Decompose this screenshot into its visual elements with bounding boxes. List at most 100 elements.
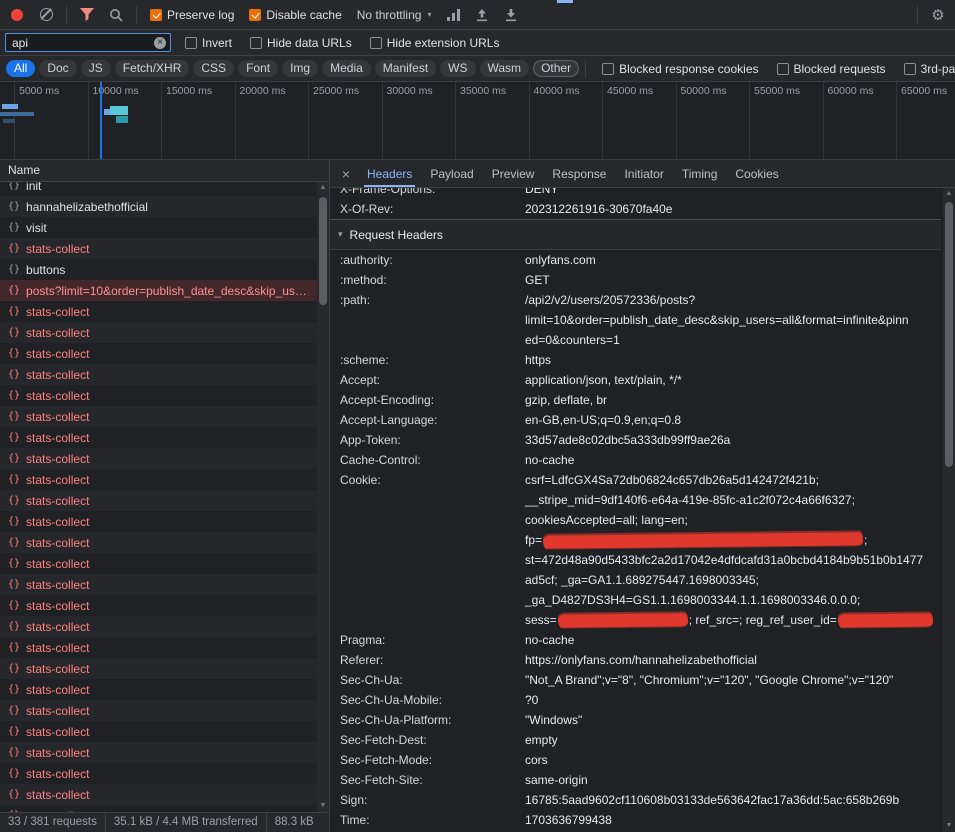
header-name: Sec-Ch-Ua: bbox=[340, 670, 525, 690]
request-row[interactable]: {}stats-collect bbox=[0, 700, 329, 721]
filter-type-all[interactable]: All bbox=[6, 60, 35, 77]
request-name: posts?limit=10&order=publish_date_desc&s… bbox=[26, 284, 313, 298]
header-value-line: st=472d48a90d5433bfc2a2d17042e4dfdcafd31… bbox=[525, 550, 934, 570]
request-row[interactable]: {}stats-collect bbox=[0, 532, 329, 553]
tab-initiator[interactable]: Initiator bbox=[615, 160, 672, 187]
request-row[interactable]: {}stats-collect bbox=[0, 616, 329, 637]
header-name: Sec-Ch-Ua-Mobile: bbox=[340, 690, 525, 710]
scrollbar-track[interactable] bbox=[943, 200, 955, 820]
header-name: Cookie: bbox=[340, 470, 525, 630]
request-row[interactable]: {}posts?limit=10&order=publish_date_desc… bbox=[0, 280, 329, 301]
fetch-xhr-icon: {} bbox=[8, 642, 20, 653]
name-column-header[interactable]: Name bbox=[0, 160, 329, 182]
scrollbar-thumb[interactable] bbox=[945, 202, 953, 467]
import-har-button[interactable] bbox=[471, 4, 493, 26]
preserve-log-checkbox[interactable]: Preserve log bbox=[150, 8, 234, 22]
filter-type-css[interactable]: CSS bbox=[193, 60, 234, 77]
request-name: stats-collect bbox=[26, 305, 313, 319]
details-scrollbar[interactable]: ▲ ▼ bbox=[943, 188, 955, 832]
close-details-button[interactable]: × bbox=[334, 160, 358, 187]
filter-type-media[interactable]: Media bbox=[322, 60, 371, 77]
filter-type-fetch-xhr[interactable]: Fetch/XHR bbox=[115, 60, 190, 77]
filter-type-other[interactable]: Other bbox=[533, 60, 579, 77]
throttling-select[interactable]: No throttling ▾ bbox=[353, 8, 436, 22]
request-row[interactable]: {}hannahelizabethofficial bbox=[0, 196, 329, 217]
timeline-overview[interactable]: 5000 ms10000 ms15000 ms20000 ms25000 ms3… bbox=[0, 82, 955, 160]
request-row[interactable]: {}stats-collect bbox=[0, 364, 329, 385]
network-conditions-button[interactable] bbox=[442, 4, 464, 26]
search-button[interactable] bbox=[105, 4, 127, 26]
request-row[interactable]: {}stats-collect bbox=[0, 595, 329, 616]
request-row[interactable]: {}stats-collect bbox=[0, 553, 329, 574]
active-panel-indicator bbox=[557, 0, 573, 3]
filter-type-font[interactable]: Font bbox=[238, 60, 278, 77]
request-headers-section[interactable]: ▾ Request Headers bbox=[330, 220, 941, 250]
filter-type-img[interactable]: Img bbox=[282, 60, 318, 77]
request-row[interactable]: {}stats-collect bbox=[0, 637, 329, 658]
filter-input[interactable] bbox=[12, 36, 154, 50]
header-value-line: csrf=LdfcGX4Sa72db06824c657db26a5d142472… bbox=[525, 470, 934, 490]
3rd-party-requests-checkbox[interactable]: 3rd-party requests bbox=[904, 62, 955, 76]
header-row: Time:1703636799438 bbox=[330, 810, 941, 830]
request-row[interactable]: {}visit bbox=[0, 217, 329, 238]
request-row[interactable]: {}stats-collect bbox=[0, 385, 329, 406]
request-row[interactable]: {}stats-collect bbox=[0, 763, 329, 784]
request-row[interactable]: {}stats-collect bbox=[0, 574, 329, 595]
filter-type-js[interactable]: JS bbox=[81, 60, 111, 77]
request-list-scrollbar[interactable]: ▲ ▼ bbox=[317, 182, 329, 812]
scroll-down-icon[interactable]: ▼ bbox=[946, 820, 953, 832]
request-row[interactable]: {}stats-collect bbox=[0, 679, 329, 700]
request-row[interactable]: {}stats-collect bbox=[0, 343, 329, 364]
record-button[interactable] bbox=[6, 4, 28, 26]
filter-type-wasm[interactable]: Wasm bbox=[480, 60, 530, 77]
tab-timing[interactable]: Timing bbox=[673, 160, 727, 187]
filter-type-ws[interactable]: WS bbox=[440, 60, 475, 77]
disable-cache-checkbox[interactable]: Disable cache bbox=[249, 8, 341, 22]
settings-button[interactable]: ⚙ bbox=[927, 4, 949, 26]
export-har-button[interactable] bbox=[500, 4, 522, 26]
request-row[interactable]: {}stats-collect bbox=[0, 784, 329, 805]
filter-toggle-button[interactable] bbox=[76, 4, 98, 26]
filter-type-manifest[interactable]: Manifest bbox=[375, 60, 436, 77]
header-value: no-cache bbox=[525, 630, 941, 650]
filter-input-wrap: × bbox=[5, 33, 171, 52]
tab-headers[interactable]: Headers bbox=[358, 160, 421, 187]
request-row[interactable]: {}stats-collect bbox=[0, 721, 329, 742]
request-row[interactable]: {}stats-collect bbox=[0, 301, 329, 322]
scroll-down-icon[interactable]: ▼ bbox=[320, 800, 327, 812]
scroll-up-icon[interactable]: ▲ bbox=[946, 188, 953, 200]
request-row[interactable]: {}stats-collect bbox=[0, 511, 329, 532]
request-row[interactable]: {}stats-collect bbox=[0, 490, 329, 511]
hide-data-urls-checkbox[interactable]: Hide data URLs bbox=[250, 36, 352, 50]
hide-extension-urls-checkbox[interactable]: Hide extension URLs bbox=[370, 36, 500, 50]
request-row[interactable]: {}stats-collect bbox=[0, 427, 329, 448]
filter-type-doc[interactable]: Doc bbox=[39, 60, 76, 77]
request-row[interactable]: {}stats-collect bbox=[0, 742, 329, 763]
invert-checkbox[interactable]: Invert bbox=[185, 36, 232, 50]
tab-preview[interactable]: Preview bbox=[483, 160, 544, 187]
timeline-selection-marker[interactable] bbox=[100, 82, 102, 160]
request-row[interactable]: {}stats-collect bbox=[0, 238, 329, 259]
tab-payload[interactable]: Payload bbox=[421, 160, 482, 187]
request-row[interactable]: {}stats-collect bbox=[0, 448, 329, 469]
header-row: Sec-Fetch-Dest:empty bbox=[330, 730, 941, 750]
request-row[interactable]: {}stats-collect bbox=[0, 658, 329, 679]
request-row[interactable]: {}stats-collect bbox=[0, 406, 329, 427]
request-name: stats-collect bbox=[26, 326, 313, 340]
tab-cookies[interactable]: Cookies bbox=[726, 160, 787, 187]
request-row[interactable]: {}stats-collect bbox=[0, 805, 329, 812]
resources-size: 88.3 kB bbox=[267, 813, 322, 832]
request-row[interactable]: {}init bbox=[0, 182, 329, 196]
tab-response[interactable]: Response bbox=[543, 160, 615, 187]
clear-filter-icon[interactable]: × bbox=[154, 37, 166, 49]
blocked-requests-checkbox[interactable]: Blocked requests bbox=[777, 62, 886, 76]
request-row[interactable]: {}stats-collect bbox=[0, 469, 329, 490]
scrollbar-track[interactable] bbox=[317, 194, 329, 800]
blocked-response-cookies-checkbox[interactable]: Blocked response cookies bbox=[602, 62, 758, 76]
request-row[interactable]: {}stats-collect bbox=[0, 322, 329, 343]
request-name: init bbox=[26, 182, 313, 193]
scrollbar-thumb[interactable] bbox=[319, 197, 327, 305]
scroll-up-icon[interactable]: ▲ bbox=[320, 182, 327, 194]
clear-button[interactable] bbox=[35, 4, 57, 26]
request-row[interactable]: {}buttons bbox=[0, 259, 329, 280]
